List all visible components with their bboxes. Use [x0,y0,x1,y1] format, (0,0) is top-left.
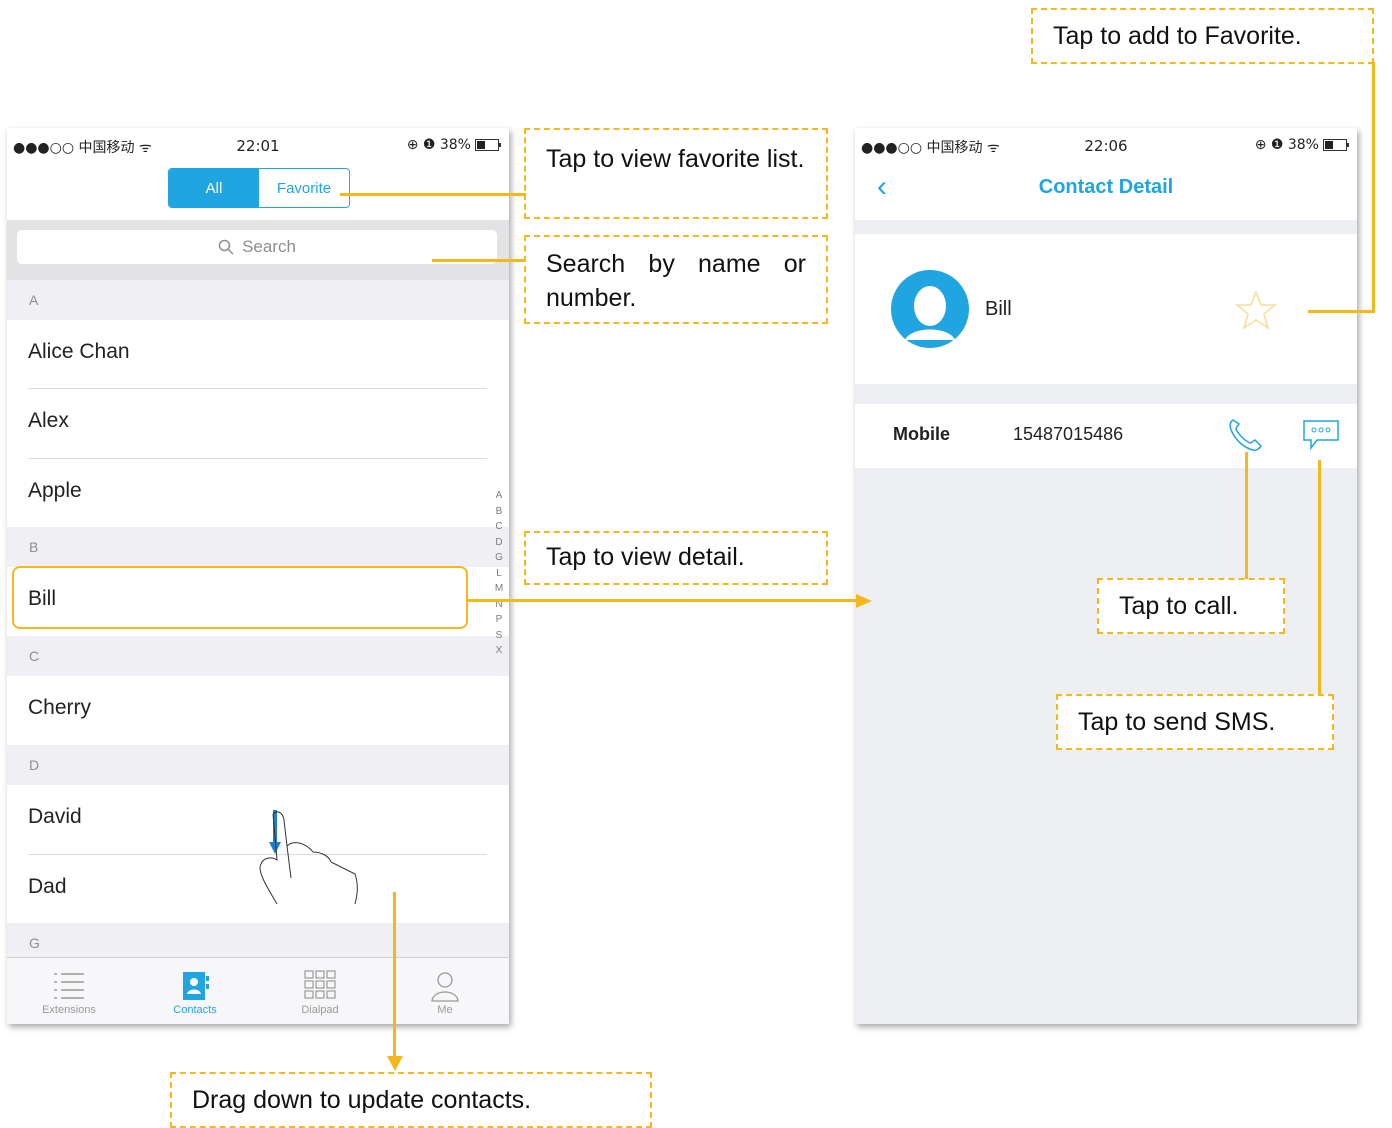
section-header-a: A [7,280,509,320]
alphabet-index[interactable]: ABCDGLMNPSX [493,488,505,659]
index-letter[interactable]: A [496,488,503,504]
contact-row-alex[interactable]: Alex [7,389,509,457]
battery-icon [475,139,501,151]
tab-label: Dialpad [301,1004,339,1016]
callout-search: Search by name or number. [524,235,828,324]
index-letter[interactable]: P [496,612,503,628]
tab-extensions[interactable]: Extensions [19,968,119,1016]
connector-favorite-vertical [1372,62,1375,312]
contact-name: Cherry [28,696,92,719]
contact-name: David [28,805,82,828]
tab-contacts[interactable]: Contacts [145,968,245,1016]
section-letter: B [29,539,39,555]
tab-label: Extensions [42,1004,96,1016]
list-icon [54,973,84,999]
callout-add-favorite: Tap to add to Favorite. [1031,8,1374,64]
callout-favorite-list: Tap to view favorite list. [524,128,828,219]
callout-drag-update: Drag down to update contacts. [170,1072,652,1128]
favorite-star-icon[interactable] [1235,290,1277,330]
section-letter: C [29,648,40,664]
contact-row-cherry[interactable]: Cherry [7,676,509,744]
avatar [891,270,969,348]
index-letter[interactable]: G [495,550,503,566]
search-placeholder: Search [242,237,296,256]
section-letter: A [29,292,39,308]
bill-row-highlight [12,566,468,629]
connector-detail-arrow-icon [856,594,872,608]
battery-text: ⊕ ❶ 38% [1254,137,1319,153]
tab-label: Me [437,1004,453,1016]
battery-text: ⊕ ❶ 38% [406,137,471,153]
contact-name: Dad [28,875,67,898]
connector-drag-arrow-icon [387,1056,403,1071]
tab-label: Contacts [173,1004,217,1016]
battery-icon [1323,139,1349,151]
section-letter: D [29,757,40,773]
contact-detail-screen: ●●●○○ 中国移动 ᯤ 22:06 ⊕ ❶ 38% ‹ Contact Det… [855,128,1357,1024]
tab-dialpad[interactable]: Dialpad [270,968,370,1016]
callout-call: Tap to call. [1097,578,1285,634]
contact-name: Alex [28,409,69,432]
contact-name: Bill [985,298,1012,320]
phone-label: Mobile [893,424,950,444]
bottom-tab-bar: Extensions Contacts Dialpad Me [7,957,509,1024]
contact-name: Alice Chan [28,340,130,363]
search-bar: Search [7,220,509,280]
battery-status: ⊕ ❶ 38% [406,137,501,153]
index-letter[interactable]: L [496,566,502,582]
contacts-book-icon [183,972,209,1000]
index-letter[interactable]: B [496,504,503,520]
search-icon [218,239,234,255]
tab-all[interactable]: All [169,169,259,207]
connector-call [1245,452,1248,579]
contact-row-alice-chan[interactable]: Alice Chan [7,320,509,388]
phone-number-row: Mobile 15487015486 [855,404,1357,468]
tab-favorite[interactable]: Favorite [259,169,349,207]
section-header-d: D [7,745,509,785]
index-letter[interactable]: M [495,581,503,597]
status-bar: ●●●○○ 中国移动 ᯤ 22:06 ⊕ ❶ 38% [855,128,1357,220]
index-letter[interactable]: D [495,535,502,551]
section-letter: G [29,935,40,951]
connector-drag [393,892,396,1060]
battery-status: ⊕ ❶ 38% [1254,137,1349,153]
drag-down-gesture-icon [259,810,358,905]
index-letter[interactable]: X [496,643,503,659]
contacts-filter-segment: All Favorite [168,168,350,208]
contact-card: Bill [855,234,1357,384]
connector-sms [1318,460,1321,696]
status-bar: ●●●○○ 中国移动 ᯤ 22:01 ⊕ ❶ 38% [7,128,509,162]
section-header-c: C [7,636,509,676]
connector-favorite-horizontal [1308,310,1375,313]
search-input[interactable]: Search [17,230,497,264]
callout-sms: Tap to send SMS. [1056,694,1334,750]
dialpad-icon [304,970,336,999]
index-letter[interactable]: S [496,628,503,644]
contact-name: Apple [28,479,82,502]
section-header-b: B [7,527,509,567]
index-letter[interactable]: C [495,519,502,535]
connector-favorite [340,193,526,196]
call-icon[interactable] [1227,416,1263,452]
tab-me[interactable]: Me [395,968,495,1016]
connector-search [432,259,526,262]
phone-number: 15487015486 [1013,424,1124,444]
contact-row-apple[interactable]: Apple [7,459,509,527]
callout-view-detail: Tap to view detail. [524,531,828,585]
connector-detail [468,599,860,602]
person-icon [431,972,459,1002]
sms-icon[interactable] [1301,418,1341,452]
page-title: Contact Detail [1038,176,1174,198]
